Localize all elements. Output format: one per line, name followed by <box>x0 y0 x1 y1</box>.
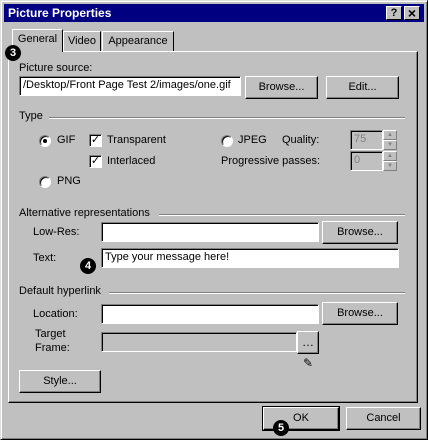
quality-input[interactable]: 75 <box>350 130 383 150</box>
quality-up-arrow-icon[interactable]: ▲ <box>383 130 397 140</box>
pencil-icon: …✎ <box>302 335 314 370</box>
progressive-passes-label: Progressive passes: <box>221 155 321 167</box>
alt-text-label: Text: <box>33 252 57 264</box>
callout-marker-5: 5 <box>273 420 289 436</box>
target-frame-input[interactable] <box>101 332 297 352</box>
quality-label: Quality: <box>282 134 320 146</box>
location-browse-button[interactable]: Browse... <box>322 302 398 325</box>
alt-text-input[interactable]: Type your message here! <box>101 248 399 268</box>
tab-appearance[interactable]: Appearance <box>102 31 174 51</box>
tab-video[interactable]: Video <box>63 31 101 51</box>
callout-marker-4: 4 <box>80 258 96 274</box>
jpeg-label: JPEG <box>238 134 267 146</box>
progressive-up-arrow-icon[interactable]: ▲ <box>383 151 397 161</box>
png-label: PNG <box>57 175 81 187</box>
progressive-passes-input[interactable]: 0 <box>350 151 383 171</box>
lowres-input[interactable] <box>101 222 319 242</box>
title-bar: Picture Properties ? × <box>4 4 424 22</box>
png-radio[interactable] <box>39 176 51 188</box>
quality-down-arrow-icon[interactable]: ▼ <box>383 140 397 150</box>
transparent-label: Transparent <box>107 134 166 146</box>
type-section-label: Type <box>19 110 43 122</box>
location-input[interactable] <box>101 304 319 324</box>
general-tab-panel: Picture source: /Desktop/Front Page Test… <box>8 51 418 403</box>
alternative-separator <box>159 214 405 216</box>
frame-label: Frame: <box>35 342 70 354</box>
alternative-representations-label: Alternative representations <box>19 207 150 219</box>
close-button[interactable]: × <box>404 6 420 20</box>
style-button[interactable]: Style... <box>19 370 101 393</box>
help-button[interactable]: ? <box>386 6 402 20</box>
transparent-checkbox[interactable]: ✓ <box>89 134 102 147</box>
target-label: Target <box>35 328 66 340</box>
lowres-browse-button[interactable]: Browse... <box>322 221 398 244</box>
picture-properties-dialog: Picture Properties ? × General Video App… <box>0 0 428 440</box>
quality-spinner[interactable]: ▲ ▼ <box>383 130 397 150</box>
lowres-label: Low-Res: <box>33 226 80 238</box>
type-separator <box>49 117 405 119</box>
progressive-down-arrow-icon[interactable]: ▼ <box>383 161 397 171</box>
window-title: Picture Properties <box>8 6 112 20</box>
interlaced-checkbox[interactable]: ✓ <box>89 155 102 168</box>
gif-radio[interactable] <box>39 135 51 147</box>
interlaced-label: Interlaced <box>107 155 156 167</box>
cancel-button[interactable]: Cancel <box>346 407 421 430</box>
progressive-spinner[interactable]: ▲ ▼ <box>383 151 397 171</box>
source-edit-button[interactable]: Edit... <box>326 76 399 99</box>
default-hyperlink-label: Default hyperlink <box>19 285 101 297</box>
jpeg-radio[interactable] <box>221 135 233 147</box>
target-frame-pencil-button[interactable]: …✎ <box>297 331 319 370</box>
callout-marker-3: 3 <box>5 45 21 61</box>
picture-source-label: Picture source: <box>19 62 93 74</box>
gif-label: GIF <box>57 134 76 146</box>
location-label: Location: <box>33 308 78 320</box>
source-browse-button[interactable]: Browse... <box>245 76 318 99</box>
hyperlink-separator <box>109 292 405 294</box>
picture-source-input[interactable]: /Desktop/Front Page Test 2/images/one.gi… <box>19 76 241 96</box>
